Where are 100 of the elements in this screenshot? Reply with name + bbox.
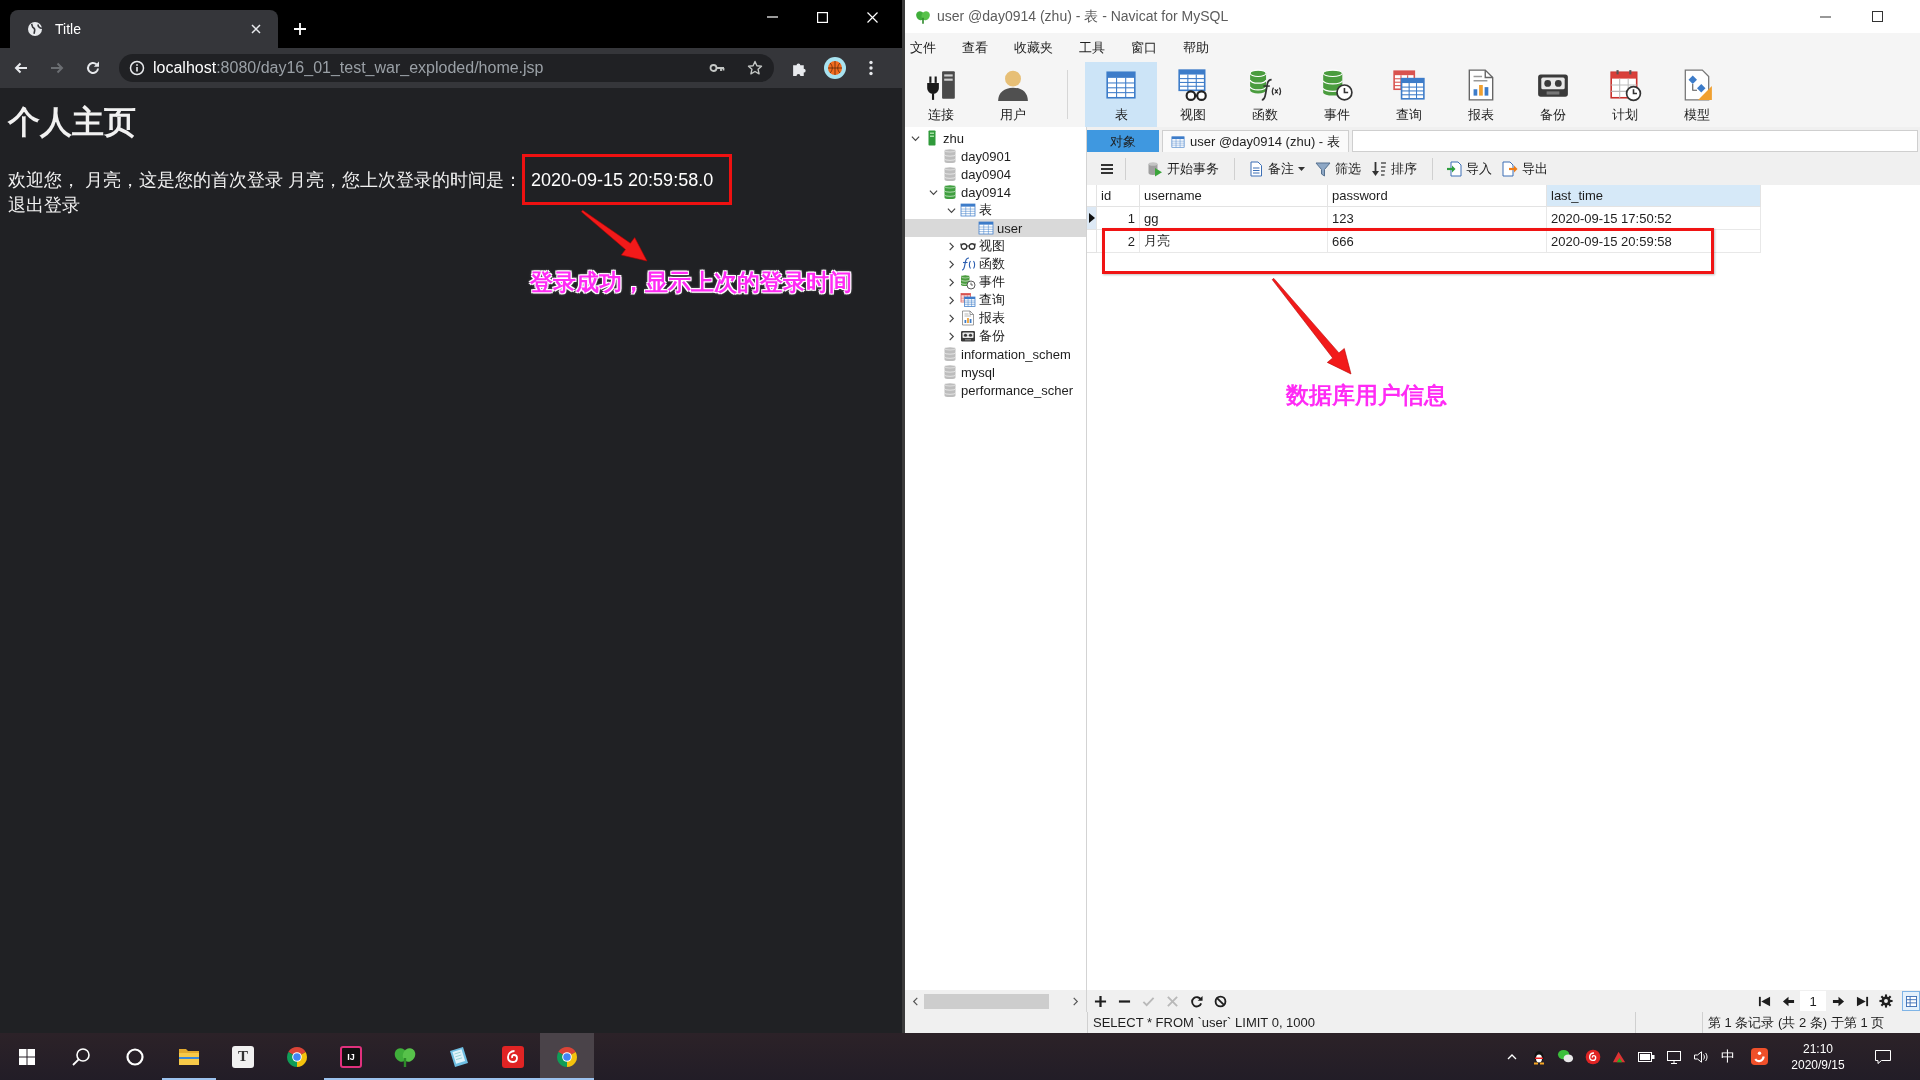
tree-item[interactable]: 事件 xyxy=(905,273,1086,291)
grid-icon xyxy=(960,292,976,308)
browser-tab[interactable]: Title xyxy=(10,10,278,48)
action-button[interactable]: 筛选 xyxy=(1310,155,1366,182)
toolbar-button[interactable]: 备份 xyxy=(1517,62,1589,127)
toolbar-button[interactable]: 报表 xyxy=(1445,62,1517,127)
action-button[interactable]: 备注 xyxy=(1243,155,1310,182)
action-button[interactable]: 排序 xyxy=(1366,155,1422,182)
minimize-icon xyxy=(1819,15,1831,18)
input-method-indicator[interactable]: 中 xyxy=(1714,1033,1741,1080)
column-header[interactable]: last_time xyxy=(1547,185,1761,207)
tree-item[interactable]: 表 xyxy=(905,201,1086,219)
action-button[interactable]: 开始事务 xyxy=(1142,155,1224,182)
tree-item[interactable]: day0904 xyxy=(905,165,1086,183)
row-indicator[interactable] xyxy=(1087,207,1097,230)
toolbar-button[interactable]: 查询 xyxy=(1373,62,1445,127)
more-dots-icon xyxy=(869,60,873,76)
editor-tab[interactable]: 对象 xyxy=(1087,130,1159,152)
search-icon xyxy=(71,1046,91,1067)
menu-item[interactable]: 窗口 xyxy=(1126,35,1162,60)
close-icon xyxy=(866,11,878,23)
tree-item[interactable]: day0914 xyxy=(905,183,1086,201)
document-arrow-in-icon xyxy=(1446,160,1462,177)
table-cell: 2020-09-15 20:59:58 xyxy=(1547,230,1761,253)
action-button[interactable]: 导出 xyxy=(1497,155,1553,182)
browser-logo-icon xyxy=(555,1044,579,1069)
logout-link[interactable]: 退出登录 xyxy=(8,193,80,217)
toolbar-button[interactable]: 事件 xyxy=(1301,62,1373,127)
toolbar-button[interactable]: 用户 xyxy=(977,62,1049,127)
document-arrow-out-icon xyxy=(1502,160,1518,177)
tree-item[interactable]: information_schem xyxy=(905,345,1086,363)
monitor-icon xyxy=(1665,1048,1682,1065)
toolbar-button[interactable]: 函数 xyxy=(1229,62,1301,127)
column-header[interactable]: password xyxy=(1328,185,1547,207)
menu-item[interactable]: 文件 xyxy=(905,35,941,60)
browser-logo-icon xyxy=(285,1044,309,1069)
table-cell: 123 xyxy=(1328,207,1547,230)
windows-logo-icon xyxy=(19,1048,35,1065)
globe-icon xyxy=(27,21,43,37)
person-icon xyxy=(996,68,1030,102)
annotation-caption: 登录成功，显示上次的登录时间 xyxy=(530,269,852,295)
forward-arrow-icon xyxy=(49,60,65,76)
settings-icon xyxy=(1879,994,1893,1008)
chart-document-icon xyxy=(960,310,976,326)
minimize-icon xyxy=(766,16,778,18)
grid-view-button[interactable] xyxy=(1902,991,1920,1011)
action-button[interactable]: 导入 xyxy=(1441,155,1497,182)
tree-item[interactable]: 报表 xyxy=(905,309,1086,327)
window-title: user @day0914 (zhu) - 表 - Navicat for MySQL xyxy=(937,7,1230,26)
tree-item[interactable]: day0901 xyxy=(905,147,1086,165)
tree-item[interactable]: 备份 xyxy=(905,327,1086,345)
table-icon xyxy=(1104,68,1138,102)
menu-item[interactable]: 工具 xyxy=(1074,35,1110,60)
annotation-caption: 数据库用户信息 xyxy=(1286,382,1447,408)
toolbar-button[interactable]: 视图 xyxy=(1157,62,1229,127)
database-function-icon xyxy=(1248,68,1282,102)
caret-down-icon xyxy=(1298,166,1305,171)
tree-item[interactable]: zhu xyxy=(905,129,1086,147)
tree-item[interactable]: 函数 xyxy=(905,255,1086,273)
taskbar-app-button[interactable]: IJ xyxy=(324,1033,378,1080)
logo-tile-icon xyxy=(1751,1048,1768,1065)
welcome-text: 欢迎您， 月亮，这是您的首次登录 月亮，您上次登录的时间是： xyxy=(8,169,522,192)
scrollbar-thumb[interactable] xyxy=(924,993,1049,1009)
toolbar-button[interactable]: 计划 xyxy=(1589,62,1661,127)
table-icon xyxy=(1171,134,1185,149)
calendar-clock-icon xyxy=(1608,68,1642,102)
menu-item[interactable]: 帮助 xyxy=(1178,35,1214,60)
menu-item[interactable]: 收藏夹 xyxy=(1009,35,1058,60)
database-play-icon xyxy=(1147,160,1163,177)
table-icon xyxy=(960,202,976,218)
tree-item[interactable]: performance_scher xyxy=(905,381,1086,399)
basketball-avatar-icon xyxy=(824,57,846,79)
tree-item[interactable]: user xyxy=(905,219,1086,237)
column-header[interactable]: id xyxy=(1097,185,1140,207)
column-header[interactable]: username xyxy=(1140,185,1328,207)
menu-item[interactable]: 查看 xyxy=(957,35,993,60)
taskbar-app-button[interactable]: T xyxy=(216,1033,270,1080)
tree-item[interactable]: mysql xyxy=(905,363,1086,381)
refresh-icon xyxy=(1189,994,1203,1008)
page-number-field[interactable]: 1 xyxy=(1800,991,1826,1011)
grid-icon xyxy=(1905,995,1917,1007)
triangle-right-icon xyxy=(1088,213,1095,223)
table-cell: 1 xyxy=(1097,207,1140,230)
stop-icon xyxy=(1213,994,1227,1008)
editor-tab[interactable]: user @day0914 (zhu) - 表 xyxy=(1162,130,1349,152)
function-icon xyxy=(960,256,976,272)
address-bar[interactable]: localhost:8080/day16_01_test_war_exploded/home.jsp xyxy=(119,54,774,82)
clock[interactable]: 21:10 2020/9/15 xyxy=(1773,1033,1863,1080)
toolbar-button[interactable]: 模型 xyxy=(1661,62,1733,127)
page-heading: 个人主页 xyxy=(8,103,137,142)
tree-item[interactable]: 视图 xyxy=(905,237,1086,255)
toolbar-button[interactable]: 连接 xyxy=(905,62,977,127)
battery-icon xyxy=(1638,1051,1655,1062)
last-page-icon xyxy=(1855,994,1869,1008)
table-cell: 2020-09-15 17:50:52 xyxy=(1547,207,1761,230)
table-cell: gg xyxy=(1140,207,1328,230)
star-icon xyxy=(747,60,763,76)
toolbar-button[interactable]: 表 xyxy=(1085,62,1157,127)
tree-item[interactable]: 查询 xyxy=(905,291,1086,309)
ring-icon xyxy=(126,1047,144,1066)
